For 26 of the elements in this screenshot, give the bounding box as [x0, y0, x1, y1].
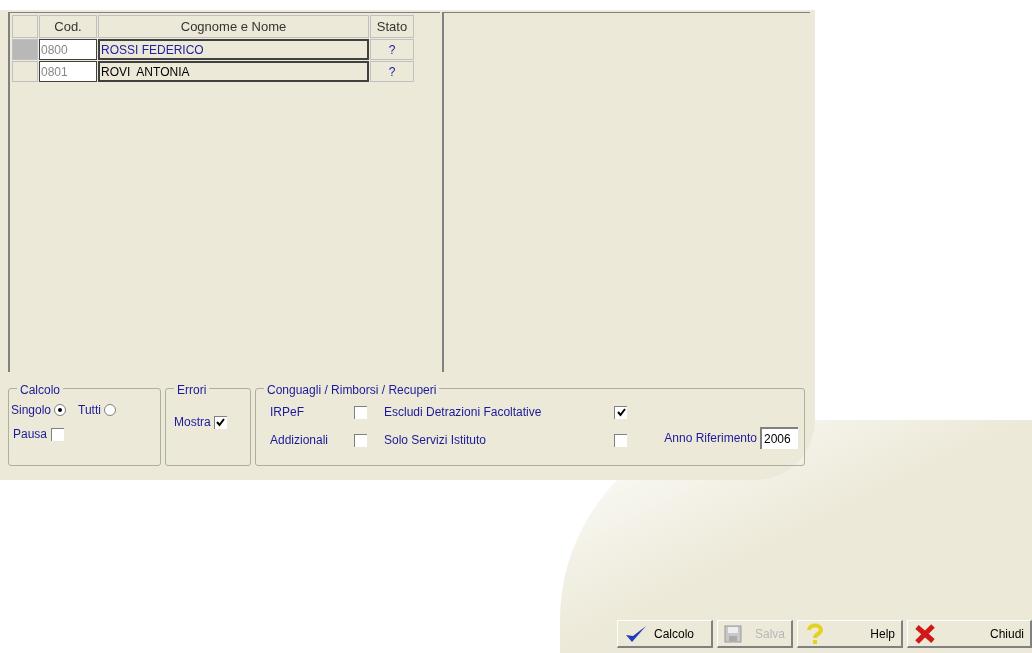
column-header: Cognome e Nome — [98, 15, 369, 38]
option-label: Pausa — [13, 426, 48, 443]
option-label: Anno Riferimento — [664, 430, 757, 447]
option-label: Tutti — [78, 402, 101, 419]
option-label: Escludi Detrazioni Facoltative — [384, 404, 543, 421]
name-cell: ROSSI FEDERICO — [98, 39, 369, 60]
option-label: IRPeF — [270, 404, 305, 421]
question-mark-icon — [804, 622, 826, 645]
option-label: Solo Servizi Istituto — [384, 432, 488, 449]
checkmark-icon — [624, 623, 648, 644]
toolbar-button[interactable]: Chiudi — [907, 620, 1032, 648]
close-icon — [914, 623, 936, 644]
toolbar-button[interactable]: Calcolo — [617, 620, 713, 648]
header-corner — [12, 15, 38, 38]
code-cell: 0801 — [39, 61, 97, 82]
name-cell: ROVI ANTONIA — [98, 61, 369, 82]
option-label: Singolo — [11, 402, 52, 419]
option-label: Mostra — [174, 414, 211, 431]
status-cell: ? — [370, 61, 414, 82]
status-cell: ? — [370, 39, 414, 60]
column-header: Cod. — [39, 15, 97, 38]
toolbar-button[interactable]: Help — [797, 620, 903, 648]
option-label: Addizionali — [270, 432, 330, 449]
code-cell: 0800 — [39, 39, 97, 60]
column-header: Stato — [370, 15, 414, 38]
year-field[interactable]: 2006 — [760, 427, 798, 449]
